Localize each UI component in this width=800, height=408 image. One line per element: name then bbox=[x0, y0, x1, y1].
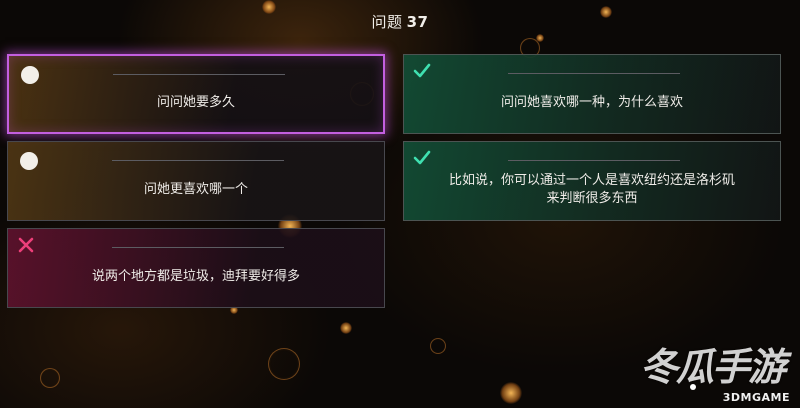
answer-option-text: 问她更喜欢哪一个 bbox=[143, 182, 248, 197]
unanswered-dot-icon bbox=[20, 152, 38, 170]
answer-option-2[interactable]: 问问她喜欢哪一种，为什么喜欢 bbox=[403, 54, 781, 134]
watermark-dot-icon bbox=[690, 384, 696, 390]
answer-option-5[interactable]: 说两个地方都是垃圾，迪拜要好得多 bbox=[7, 228, 385, 308]
watermark-logo: 冬瓜手游 3DMGAME bbox=[600, 334, 790, 404]
question-title-label: 问题 bbox=[371, 13, 403, 31]
option-divider bbox=[112, 160, 284, 161]
option-divider bbox=[113, 74, 285, 75]
option-divider bbox=[112, 247, 284, 248]
question-title: 问题 37 bbox=[0, 11, 800, 32]
watermark-sub-text: 3DMGAME bbox=[722, 391, 790, 404]
checkmark-icon bbox=[413, 149, 431, 167]
answer-option-text: 问问她要多久 bbox=[156, 95, 235, 110]
bokeh-light bbox=[500, 382, 522, 404]
answer-option-4[interactable]: 比如说，你可以通过一个人是喜欢纽约还是洛杉矶来判断很多东西 bbox=[403, 141, 781, 221]
bokeh-ring bbox=[268, 348, 300, 380]
answer-option-text: 说两个地方都是垃圾，迪拜要好得多 bbox=[91, 269, 300, 284]
bokeh-light bbox=[536, 34, 544, 42]
answer-option-1[interactable]: 问问她要多久 bbox=[7, 54, 385, 134]
bokeh-ring bbox=[40, 368, 60, 388]
cross-icon bbox=[17, 236, 35, 254]
answer-option-3[interactable]: 问她更喜欢哪一个 bbox=[7, 141, 385, 221]
question-number: 37 bbox=[406, 13, 429, 31]
option-divider bbox=[508, 73, 680, 74]
option-divider bbox=[508, 160, 680, 161]
answer-option-text: 问问她喜欢哪一种，为什么喜欢 bbox=[500, 95, 683, 110]
bokeh-ring bbox=[430, 338, 446, 354]
unanswered-dot-icon bbox=[21, 66, 39, 84]
checkmark-icon bbox=[413, 62, 431, 80]
bokeh-light bbox=[340, 322, 352, 334]
watermark-main-text: 冬瓜手游 bbox=[639, 345, 786, 389]
answer-option-text: 比如说，你可以通过一个人是喜欢纽约还是洛杉矶来判断很多东西 bbox=[448, 173, 735, 206]
